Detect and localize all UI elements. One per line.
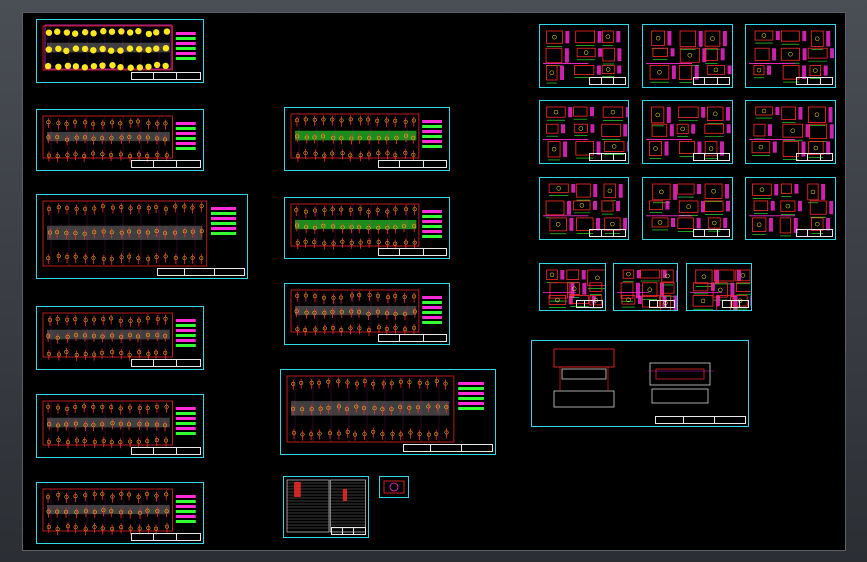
title-block [378,160,447,168]
detail-sheet[interactable] [539,177,629,240]
title-block [648,300,675,308]
title-block [131,72,201,80]
assembly-sheet[interactable] [531,340,749,427]
title-block [655,416,746,424]
detail-sheet[interactable] [686,263,752,311]
title-block [795,77,833,85]
title-block [589,77,626,85]
title-block [692,153,730,161]
drawing-sheet[interactable] [284,283,450,345]
title-block [156,268,245,276]
drawing-sheet[interactable] [284,107,450,171]
title-block [795,229,833,237]
detail-sheet[interactable] [642,177,733,240]
bom-sheet[interactable] [283,476,369,538]
title-block [795,153,833,161]
sheet-geometry [383,480,405,494]
sheet-geometry [42,200,237,267]
title-block [131,359,201,367]
sheet-geometry [553,348,714,408]
sheet-geometry [286,375,484,443]
drawing-sheet[interactable] [36,394,204,458]
title-block [722,300,749,308]
detail-sheet[interactable] [642,100,733,164]
title-block [330,527,366,535]
title-block [378,334,447,342]
detail-sheet[interactable] [613,263,678,311]
drawing-sheet[interactable] [36,19,204,83]
drawing-sheet[interactable] [284,197,450,259]
drawing-canvas[interactable] [22,12,846,551]
detail-sheet[interactable] [642,24,733,88]
detail-sheet[interactable] [539,100,629,164]
detail-sheet[interactable] [539,24,629,88]
title-block [692,77,730,85]
title-block [589,229,626,237]
title-block [692,229,730,237]
title-block [131,447,201,455]
drawing-sheet[interactable] [36,482,204,544]
drawing-sheet[interactable] [280,369,496,455]
detail-sheet[interactable] [745,100,836,164]
title-block [575,300,603,308]
drawing-sheet[interactable] [36,194,248,279]
title-block [131,160,201,168]
drawing-sheet[interactable] [36,306,204,370]
drawing-sheet[interactable] [379,476,409,498]
title-block [378,248,447,256]
title-block [403,444,493,452]
viewport-frame [0,0,867,562]
detail-sheet[interactable] [745,24,836,88]
detail-sheet[interactable] [745,177,836,240]
title-block [589,153,626,161]
drawing-sheet[interactable] [36,109,204,171]
title-block [131,533,201,541]
detail-sheet[interactable] [539,263,606,311]
